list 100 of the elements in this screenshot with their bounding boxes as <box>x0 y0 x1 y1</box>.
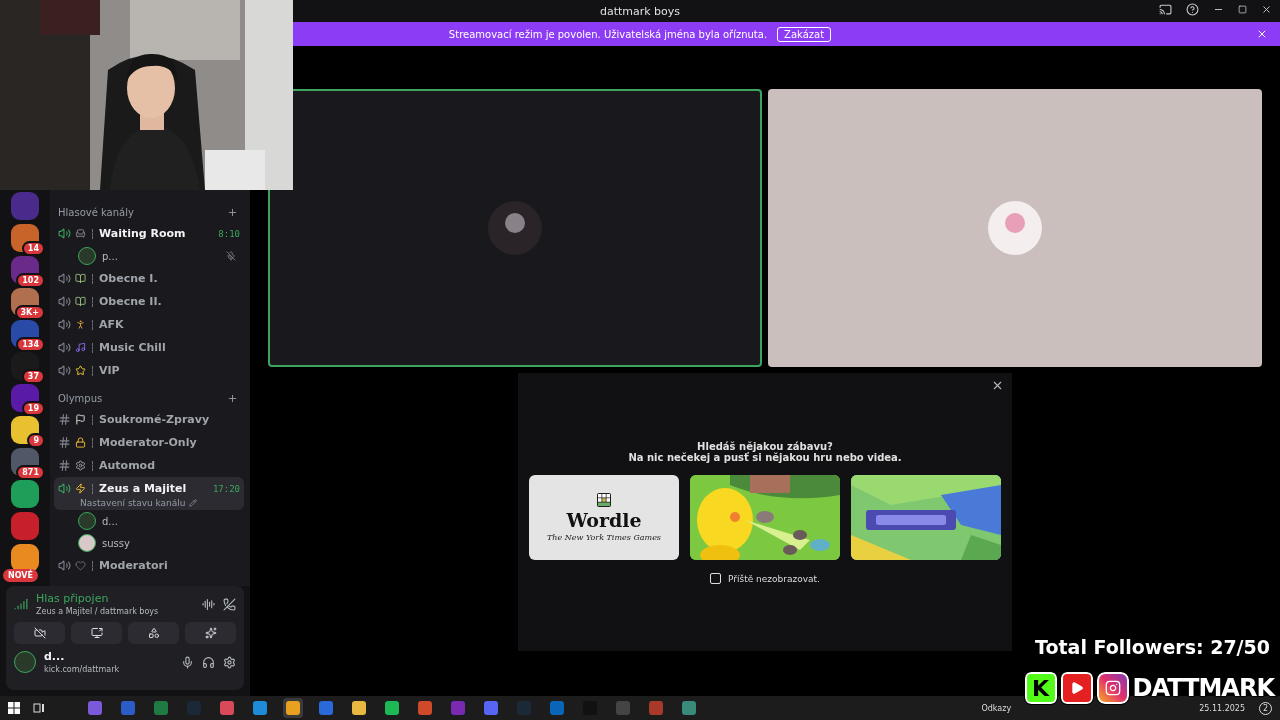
unread-count: 871 <box>16 465 45 480</box>
links-text[interactable]: Odkazy <box>981 703 1012 713</box>
play-icon <box>1060 672 1093 704</box>
plus-icon[interactable] <box>227 392 238 404</box>
user-name: d... <box>44 650 66 663</box>
channel-item[interactable]: AFK <box>54 313 244 336</box>
screen-share-button[interactable] <box>71 622 122 644</box>
close-icon <box>991 379 1004 392</box>
taskbar-app-icon[interactable] <box>415 698 435 718</box>
checkbox-label: Příště nezobrazovat. <box>728 573 820 584</box>
unread-count: 134 <box>16 337 45 352</box>
channel-name: Moderator-Only <box>99 436 198 449</box>
close-icon[interactable] <box>1256 28 1268 40</box>
taskbar-app-icon[interactable] <box>349 698 369 718</box>
avatar <box>78 534 96 552</box>
avatar <box>78 512 96 530</box>
channel-name: Music Chill <box>99 341 167 354</box>
screen-icon[interactable] <box>1159 3 1172 16</box>
channel-item[interactable]: Automod <box>54 454 244 477</box>
channel-name: Waiting Room <box>99 227 187 240</box>
task-view-icon[interactable] <box>33 702 45 714</box>
hash-icon <box>58 459 71 472</box>
date-text: 25.11.2025 <box>1199 703 1245 713</box>
channel-item[interactable]: Obecne I. <box>54 267 244 290</box>
channel-name: Obecne II. <box>99 295 163 308</box>
server-icon[interactable] <box>11 416 39 444</box>
member-name[interactable]: d... <box>102 515 236 527</box>
member-name[interactable]: p... <box>102 250 220 262</box>
muted-icon <box>226 251 236 261</box>
channel-name: AFK <box>99 318 125 331</box>
unread-count: 3K+ <box>14 305 45 320</box>
windows-icon[interactable] <box>8 702 20 714</box>
taskbar-app-icon[interactable] <box>217 698 237 718</box>
help-icon[interactable] <box>1186 3 1199 16</box>
gear-icon <box>75 460 86 471</box>
book-icon <box>75 296 86 307</box>
channel-item[interactable]: Zeus a Majitel 17:20 Nastavení stavu kanálu <box>54 477 244 510</box>
maximize-icon[interactable] <box>1238 5 1247 14</box>
voice-channel[interactable]: Zeus a Majitel / dattmark boys <box>36 607 194 616</box>
channel-name: Obecne I. <box>99 272 159 285</box>
channel-time: 17:20 <box>212 483 240 494</box>
window-title: dattmark boys <box>599 4 681 18</box>
avatar <box>988 201 1042 255</box>
headphones-icon <box>202 655 215 669</box>
category-header[interactable]: Olympus <box>58 392 103 404</box>
disable-button[interactable]: Zakázat <box>777 26 832 42</box>
avatar <box>488 201 542 255</box>
channel-item[interactable]: Music Chill <box>54 336 244 359</box>
channel-name: Zeus a Majitel <box>99 482 188 495</box>
server-icon[interactable] <box>11 224 39 252</box>
channel-item[interactable]: Waiting Room 8:10 <box>54 222 244 245</box>
settings-icon <box>223 655 236 669</box>
unread-count: 14 <box>21 241 45 256</box>
publisher-text: The New York Times Games <box>547 533 661 542</box>
star-icon <box>75 365 86 376</box>
settings-button[interactable] <box>223 655 236 669</box>
soundboard-button[interactable] <box>185 622 236 644</box>
channel-name: Moderatori <box>99 559 169 572</box>
activities-button[interactable] <box>128 622 179 644</box>
channel-item[interactable]: Moderator-Only <box>54 431 244 454</box>
plus-icon[interactable] <box>227 206 238 218</box>
bolt-icon <box>75 483 86 494</box>
video-tile[interactable] <box>268 89 762 367</box>
taskbar-app-icon[interactable] <box>679 698 699 718</box>
activity-subtitle: Na nic nečekej a pusť si nějakou hru nebo videa. <box>628 452 902 463</box>
sparkles-icon <box>204 627 217 639</box>
close-icon[interactable] <box>1261 4 1272 15</box>
category-header[interactable]: Hlasové kanály <box>58 206 134 218</box>
close-button[interactable] <box>991 379 1004 392</box>
taskbar-app-icon[interactable] <box>250 698 270 718</box>
heart-icon <box>75 560 86 571</box>
taskbar-app-icon[interactable] <box>382 698 402 718</box>
unread-count: 9 <box>27 433 45 448</box>
member-name[interactable]: sussy <box>102 537 236 549</box>
hang-up-icon[interactable] <box>223 597 236 611</box>
camera-button[interactable] <box>14 622 65 644</box>
music-icon <box>75 342 86 353</box>
new-label: NOVÉ <box>3 569 38 582</box>
pencil-icon[interactable] <box>188 499 197 507</box>
mic-button[interactable] <box>181 655 194 669</box>
channel-item[interactable]: Obecne II. <box>54 290 244 313</box>
logo-letter: K <box>1024 672 1057 704</box>
channel-item[interactable]: Soukromé-Zpravy <box>54 408 244 431</box>
channel-time: 8:10 <box>218 228 240 239</box>
channel-name: VIP <box>99 364 121 377</box>
activity-title: Hledáš nějakou zábavu? <box>697 441 833 452</box>
unread-count: 37 <box>21 369 45 384</box>
hash-icon <box>58 436 71 449</box>
taskbar-app-icon[interactable] <box>283 698 303 718</box>
channel-item[interactable]: VIP <box>54 359 244 382</box>
banner-text: Streamovací režim je povolen. Uživatelská jména byla oříznuta. <box>448 28 768 40</box>
video-tile[interactable] <box>768 89 1262 367</box>
channel-name: Automod <box>99 459 157 472</box>
headphones-button[interactable] <box>202 655 215 669</box>
checkbox[interactable] <box>710 573 721 584</box>
waveform-icon[interactable] <box>202 597 215 611</box>
unread-count: 102 <box>16 273 45 288</box>
channel-item[interactable]: Moderatori <box>54 554 244 577</box>
game-card[interactable]: Wordle The New York Times Games <box>529 475 679 560</box>
followers-text: Total Followers: 27/50 <box>1035 636 1270 658</box>
